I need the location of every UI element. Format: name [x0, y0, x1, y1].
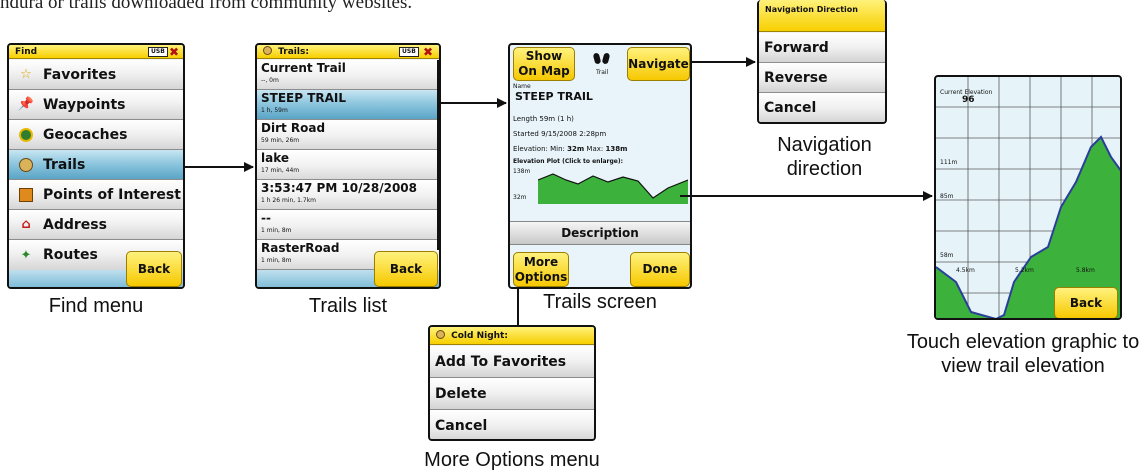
- flow-arrows: [185, 57, 933, 325]
